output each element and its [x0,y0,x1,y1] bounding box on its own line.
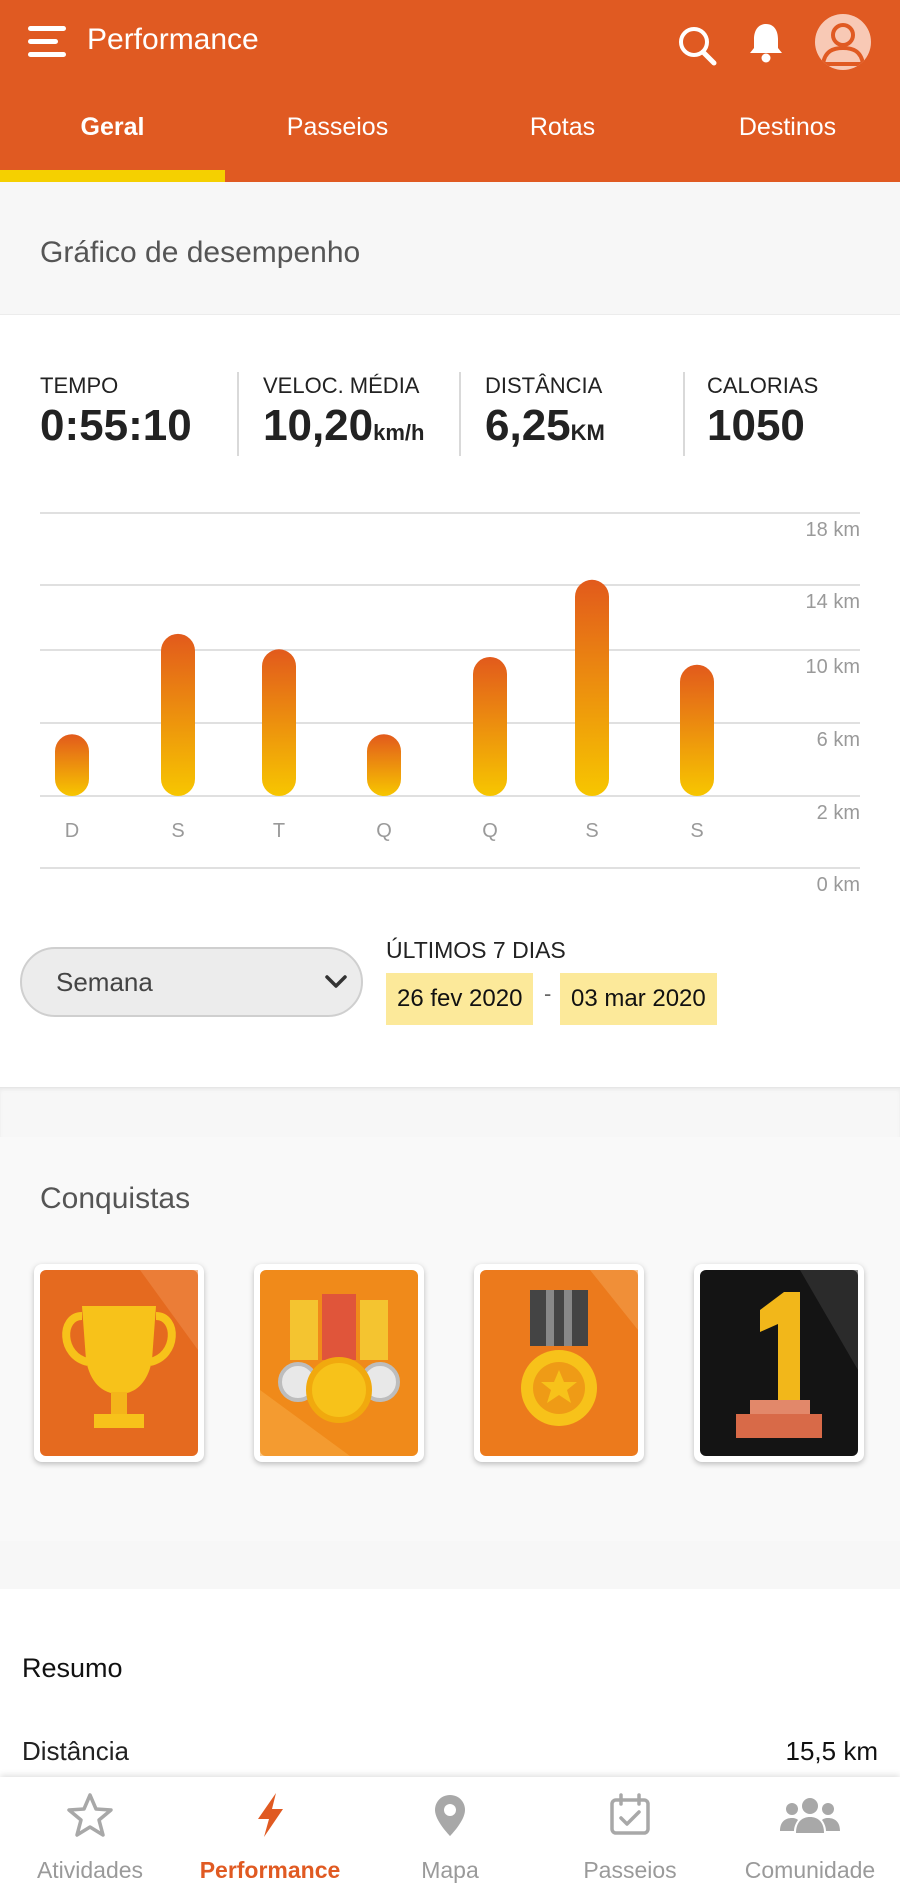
y-tick-label: 18 km [806,519,860,541]
tab-geral[interactable]: Geral [0,92,225,182]
chart-bar [575,579,609,796]
summary-distance-value: 15,5 km [785,1736,879,1766]
x-tick-label: Q [376,820,392,842]
y-tick-label: 14 km [806,591,860,613]
summary-title: Resumo [22,1653,123,1683]
nav-comunidade[interactable]: Comunidade [720,1777,900,1895]
tab-bar: Geral Passeios Rotas Destinos [0,92,900,182]
end-date[interactable]: 03 mar 2020 [560,973,717,1025]
stat-number: 1050 [707,401,805,450]
divider [237,372,239,456]
chart-bar [262,649,296,796]
medals-icon [260,1270,418,1456]
stat-calories: CALORIAS 1050 [707,372,818,452]
period-select[interactable]: Semana [20,947,363,1017]
chart-bar [473,657,507,796]
period-selected: Semana [56,967,153,997]
stat-label: CALORIAS [707,373,819,398]
search-icon[interactable] [676,24,720,68]
star-medal-icon [480,1270,638,1456]
stat-value: 10,20km/h [263,400,424,459]
stat-distance: DISTÂNCIA 6,25KM [485,372,605,459]
divider [683,372,685,456]
stat-value: 6,25KM [485,400,605,459]
start-date[interactable]: 26 fev 2020 [386,973,534,1025]
stat-label: VELOC. MÉDIA [263,373,420,398]
nav-passeios[interactable]: Passeios [540,1777,720,1895]
star-icon [67,1793,113,1837]
trophy-badge[interactable] [34,1264,204,1462]
stat-label: TEMPO [40,373,119,398]
nav-atividades[interactable]: Atividades [0,1777,180,1895]
stat-value: 1050 [707,400,818,452]
stat-speed: VELOC. MÉDIA 10,20km/h [263,372,424,459]
bottom-nav: Atividades Performance Mapa Passeios Com… [0,1777,900,1895]
page-title: Performance [87,23,259,56]
star-medal-badge[interactable] [474,1264,644,1462]
y-tick-label: 10 km [806,656,860,678]
map-pin-icon [435,1795,465,1836]
stat-number: 6,25 [485,401,571,450]
x-tick-label: D [65,820,79,842]
stat-number: 10,20 [263,401,374,450]
chart-bar [367,734,401,796]
tab-destinos[interactable]: Destinos [675,92,900,182]
nav-mapa[interactable]: Mapa [360,1777,540,1895]
nav-performance[interactable]: Performance [180,1777,360,1895]
nav-label: Atividades [36,1857,144,1883]
performance-title: Gráfico de desempenho [40,236,361,269]
tab-rotas[interactable]: Rotas [450,92,675,182]
x-tick-label: Q [482,820,498,842]
first-place-badge[interactable] [694,1264,864,1462]
nav-label: Comunidade [744,1857,876,1883]
chart-bar [680,664,714,796]
menu-icon[interactable] [28,26,66,58]
achievements-title: Conquistas [40,1182,191,1215]
performance-chart: 18 km 14 km 10 km 6 km 2 km 0 km D S T Q Q S S [40,512,860,896]
nav-label: Passeios [583,1857,677,1883]
stat-unit: km/h [373,420,425,445]
bell-icon[interactable] [746,20,786,64]
calendar-check-icon [610,1793,650,1835]
range-label: ÚLTIMOS 7 DIAS [386,937,566,963]
first-place-icon [700,1270,858,1456]
bolt-icon [258,1793,283,1837]
stat-value: 0:55:10 [40,400,192,452]
chevron-down-icon [325,975,347,988]
y-tick-label: 2 km [817,802,860,824]
section-gap [0,1541,900,1589]
section-gap [0,1087,900,1138]
divider [459,372,461,456]
chart-bar [55,734,89,796]
medals-badge[interactable] [254,1264,424,1462]
y-tick-label: 0 km [817,874,860,896]
stat-label: DISTÂNCIA [485,373,603,398]
y-tick-label: 6 km [817,729,860,751]
stat-number: 0:55:10 [40,401,192,450]
group-icon [780,1798,840,1833]
nav-label: Mapa [421,1857,479,1883]
x-tick-label: S [585,820,598,842]
x-tick-label: S [171,820,184,842]
avatar[interactable] [815,14,871,70]
nav-label: Performance [199,1857,341,1883]
stat-time: TEMPO 0:55:10 [40,372,192,452]
summary-distance-label: Distância [22,1736,129,1766]
stat-unit: KM [570,420,605,445]
x-tick-label: T [273,820,285,842]
trophy-icon [40,1270,198,1456]
tab-passeios[interactable]: Passeios [225,92,450,182]
x-tick-label: S [690,820,703,842]
date-separator: - [544,981,552,1006]
chart-bar [161,633,195,796]
